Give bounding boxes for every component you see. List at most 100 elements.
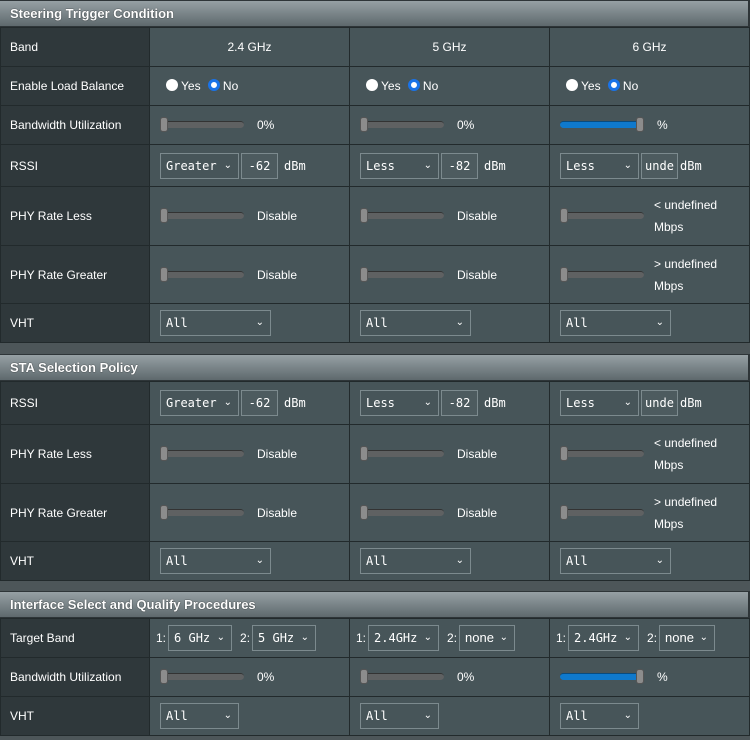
phy-rate-slider[interactable]: [560, 504, 644, 520]
slider-track[interactable]: [160, 673, 244, 681]
vht-select[interactable]: All ⌄: [160, 703, 239, 729]
slider-thumb[interactable]: [636, 117, 644, 133]
phy-rate-slider[interactable]: [560, 208, 644, 223]
phy-rate-slider[interactable]: [160, 266, 244, 282]
slider-track[interactable]: [160, 270, 244, 278]
rssi-operator-select[interactable]: Greater ⌄: [160, 152, 239, 179]
slider-track[interactable]: [160, 212, 244, 220]
slider-track[interactable]: [360, 121, 444, 129]
rssi-operator-select[interactable]: Less ⌄: [560, 152, 639, 179]
rssi-operator-select[interactable]: Less ⌄: [360, 152, 439, 179]
select-value: All: [366, 709, 388, 723]
unit-label: dBm: [284, 396, 306, 410]
rssi-input[interactable]: -82: [441, 152, 478, 179]
bandwidth-slider[interactable]: [360, 117, 444, 133]
load-balance-5g: Yes No: [349, 66, 550, 106]
vht-select[interactable]: All ⌄: [360, 548, 471, 574]
phy-rate-slider[interactable]: [360, 266, 444, 282]
vht-row: VHT All ⌄ All ⌄ All ⌄: [0, 696, 750, 736]
chevron-down-icon: ⌄: [223, 159, 232, 171]
slider-thumb[interactable]: [360, 446, 368, 462]
slider-thumb[interactable]: [160, 669, 168, 685]
target-band-5g: 1: 2.4GHz ⌄ 2: none ⌄: [349, 618, 550, 658]
slider-thumb[interactable]: [560, 266, 568, 282]
slider-thumb[interactable]: [360, 669, 368, 685]
radio-no[interactable]: [607, 79, 620, 91]
slider-thumb[interactable]: [160, 266, 168, 282]
slider-thumb[interactable]: [636, 669, 644, 685]
vht-select[interactable]: All ⌄: [360, 310, 471, 336]
slider-track[interactable]: [360, 270, 444, 278]
target-band-1-select[interactable]: 2.4GHz ⌄: [568, 625, 640, 651]
radio-yes[interactable]: [366, 79, 378, 91]
slider-track[interactable]: [560, 450, 644, 457]
phy-rate-slider[interactable]: [560, 266, 644, 282]
rssi-input[interactable]: unde: [641, 390, 678, 416]
slider-track[interactable]: [360, 450, 444, 458]
band-row: Band 2.4 GHz 5 GHz 6 GHz: [0, 27, 750, 67]
phy-rate-slider[interactable]: [360, 208, 444, 224]
rssi-input[interactable]: -82: [441, 390, 478, 416]
bandwidth-slider[interactable]: [560, 117, 644, 133]
radio-no[interactable]: [407, 79, 420, 91]
radio-yes[interactable]: [166, 79, 178, 91]
radio-no[interactable]: [207, 79, 220, 91]
slider-track[interactable]: [360, 508, 444, 516]
radio-yes[interactable]: [566, 79, 578, 91]
phy-rate-slider[interactable]: [160, 446, 244, 462]
phy-rate-slider[interactable]: [360, 504, 444, 520]
slider-thumb[interactable]: [360, 504, 368, 520]
target-band-2-select[interactable]: none ⌄: [659, 625, 716, 651]
phy-rate-value: < undefined Mbps: [654, 194, 717, 238]
slider-thumb[interactable]: [360, 266, 368, 282]
bandwidth-slider[interactable]: [160, 117, 244, 133]
phy-rate-slider[interactable]: [160, 504, 244, 520]
chevron-down-icon: ⌄: [623, 159, 632, 171]
phy-rate-value: Disable: [457, 209, 498, 224]
phy-rate-slider[interactable]: [360, 446, 444, 462]
bandwidth-slider[interactable]: [360, 669, 444, 685]
row-label: Bandwidth Utilization: [0, 657, 150, 697]
vht-select[interactable]: All ⌄: [160, 310, 271, 336]
rssi-operator-select[interactable]: Less ⌄: [560, 390, 639, 416]
phy-rate-slider[interactable]: [560, 446, 644, 461]
vht-select[interactable]: All ⌄: [560, 548, 671, 574]
slider-thumb[interactable]: [360, 208, 368, 224]
bandwidth-slider[interactable]: [560, 669, 644, 685]
vht-select[interactable]: All ⌄: [560, 310, 671, 336]
slider-thumb[interactable]: [560, 504, 568, 520]
vht-select[interactable]: All ⌄: [560, 703, 639, 729]
slider-track[interactable]: [160, 450, 244, 458]
rssi-operator-select[interactable]: Less ⌄: [360, 390, 439, 416]
slider-track[interactable]: [560, 508, 644, 516]
vht-select[interactable]: All ⌄: [160, 548, 271, 574]
slider-track[interactable]: [360, 673, 444, 681]
slider-thumb[interactable]: [560, 208, 568, 223]
slider-thumb[interactable]: [160, 446, 168, 462]
rssi-input[interactable]: -62: [241, 152, 278, 179]
target-band-2-select[interactable]: none ⌄: [459, 625, 516, 651]
rssi-input[interactable]: -62: [241, 390, 278, 416]
slider-thumb[interactable]: [560, 446, 568, 461]
phy-rate-slider[interactable]: [160, 208, 244, 224]
slider-track[interactable]: [160, 121, 244, 129]
target-band-1-select[interactable]: 6 GHz ⌄: [168, 625, 233, 651]
slider-track[interactable]: [560, 212, 644, 219]
target-band-1-select[interactable]: 2.4GHz ⌄: [368, 625, 440, 651]
slider-thumb[interactable]: [360, 117, 368, 133]
rssi-input[interactable]: unde: [641, 152, 678, 179]
slider-thumb[interactable]: [160, 504, 168, 520]
rssi-operator-select[interactable]: Greater ⌄: [160, 390, 239, 416]
bandwidth-slider[interactable]: [160, 669, 244, 685]
target-band-2-select[interactable]: 5 GHz ⌄: [252, 625, 317, 651]
slider-track[interactable]: [160, 508, 244, 516]
slider-track[interactable]: [360, 212, 444, 220]
slider-thumb[interactable]: [160, 208, 168, 224]
band-5g: 5 GHz: [349, 27, 550, 67]
vht-select[interactable]: All ⌄: [360, 703, 439, 729]
chevron-down-icon: ⌄: [623, 632, 633, 643]
bandwidth-row: Bandwidth Utilization 0% 0% %: [0, 657, 750, 697]
radio-no-label: No: [222, 79, 239, 93]
slider-track[interactable]: [560, 270, 644, 278]
slider-thumb[interactable]: [160, 117, 168, 133]
